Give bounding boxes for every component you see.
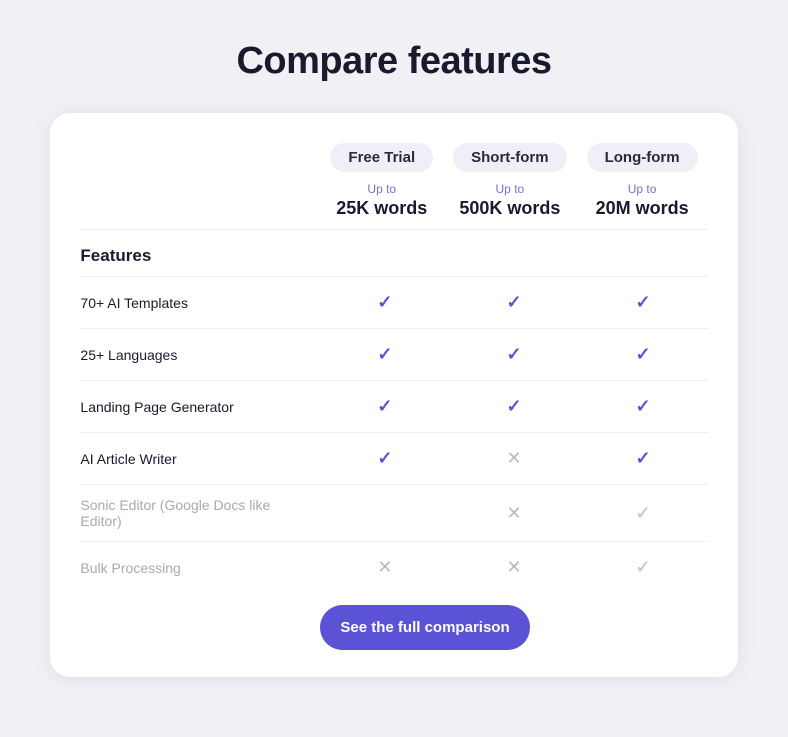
feature-cell: ✓: [449, 344, 578, 365]
feature-cell: ✓: [579, 344, 708, 365]
check-icon-muted: ✓: [636, 557, 651, 578]
header-row: Free Trial Up to 25K words Short-form Up…: [80, 143, 707, 219]
feature-cell: ✓: [579, 557, 708, 578]
cta-row: See the full comparison: [80, 597, 707, 657]
cross-icon: ✕: [506, 557, 521, 578]
plan-header-free: Free Trial Up to 25K words: [320, 143, 443, 219]
plan-header-short: Short-form Up to 500K words: [443, 143, 577, 219]
feature-cell: ✓: [579, 396, 708, 417]
plan-badge-long: Long-form: [587, 143, 698, 172]
features-section-label: Features: [80, 229, 707, 276]
feature-name: Landing Page Generator: [80, 387, 320, 427]
page-title: Compare features: [50, 40, 737, 83]
feature-row: 25+ Languages ✓ ✓ ✓: [80, 328, 707, 380]
feature-name: Sonic Editor (Google Docs like Editor): [80, 485, 320, 541]
feature-cell: ✓: [320, 396, 449, 417]
plan-words-value-short: 500K words: [459, 198, 560, 219]
feature-name: AI Article Writer: [80, 439, 320, 479]
plan-header-long: Long-form Up to 20M words: [577, 143, 708, 219]
feature-name: 25+ Languages: [80, 335, 320, 375]
check-icon: ✓: [506, 396, 521, 417]
feature-cell: ✓: [449, 292, 578, 313]
feature-cell: ✕: [320, 557, 449, 578]
see-comparison-button[interactable]: See the full comparison: [320, 605, 529, 650]
feature-cell: ✓: [320, 292, 449, 313]
plan-badge-short: Short-form: [453, 143, 567, 172]
page-wrapper: Compare features Free Trial Up to 25K wo…: [10, 20, 777, 717]
feature-name: 70+ AI Templates: [80, 283, 320, 323]
feature-row: AI Article Writer ✓ ✕ ✓: [80, 432, 707, 484]
plan-badge-free: Free Trial: [330, 143, 433, 172]
check-icon: ✓: [377, 292, 392, 313]
plan-words-value-long: 20M words: [596, 198, 689, 219]
check-icon-muted: ✓: [636, 503, 651, 524]
feature-cell: ✕: [449, 448, 578, 469]
check-icon: ✓: [377, 344, 392, 365]
feature-cell: ✓: [320, 448, 449, 469]
table-wrapper: Free Trial Up to 25K words Short-form Up…: [80, 143, 707, 657]
feature-cell: ✓: [449, 396, 578, 417]
comparison-card: Free Trial Up to 25K words Short-form Up…: [50, 113, 737, 677]
feature-cell: ✓: [579, 292, 708, 313]
check-icon: ✓: [506, 344, 521, 365]
feature-cell: ✕: [449, 503, 578, 524]
cross-icon: ✕: [506, 448, 521, 469]
cross-icon: ✕: [506, 503, 521, 524]
feature-cell: ✕: [449, 557, 578, 578]
check-icon: ✓: [377, 396, 392, 417]
plan-words-label-free: Up to: [367, 182, 396, 196]
feature-cell: ✓: [320, 344, 449, 365]
check-icon: ✓: [506, 292, 521, 313]
check-icon: ✓: [636, 344, 651, 365]
feature-row: Landing Page Generator ✓ ✓ ✓: [80, 380, 707, 432]
check-icon: ✓: [636, 448, 651, 469]
feature-row: 70+ AI Templates ✓ ✓ ✓: [80, 276, 707, 328]
feature-cell: ✓: [579, 503, 708, 524]
check-icon: ✓: [636, 396, 651, 417]
feature-cell: ✓: [579, 448, 708, 469]
check-icon: ✓: [377, 448, 392, 469]
check-icon: ✓: [636, 292, 651, 313]
plan-words-label-long: Up to: [628, 182, 657, 196]
feature-row: Bulk Processing ✕ ✕ ✓: [80, 541, 707, 593]
plan-words-label-short: Up to: [496, 182, 525, 196]
feature-name: Bulk Processing: [80, 548, 320, 588]
header-empty-col: [80, 143, 320, 219]
cross-icon: ✕: [377, 557, 392, 578]
feature-row: Sonic Editor (Google Docs like Editor) ✕ ✓: [80, 484, 707, 541]
plan-words-value-free: 25K words: [336, 198, 427, 219]
feature-rows-container: 70+ AI Templates✓✓✓25+ Languages✓✓✓Landi…: [80, 276, 707, 593]
